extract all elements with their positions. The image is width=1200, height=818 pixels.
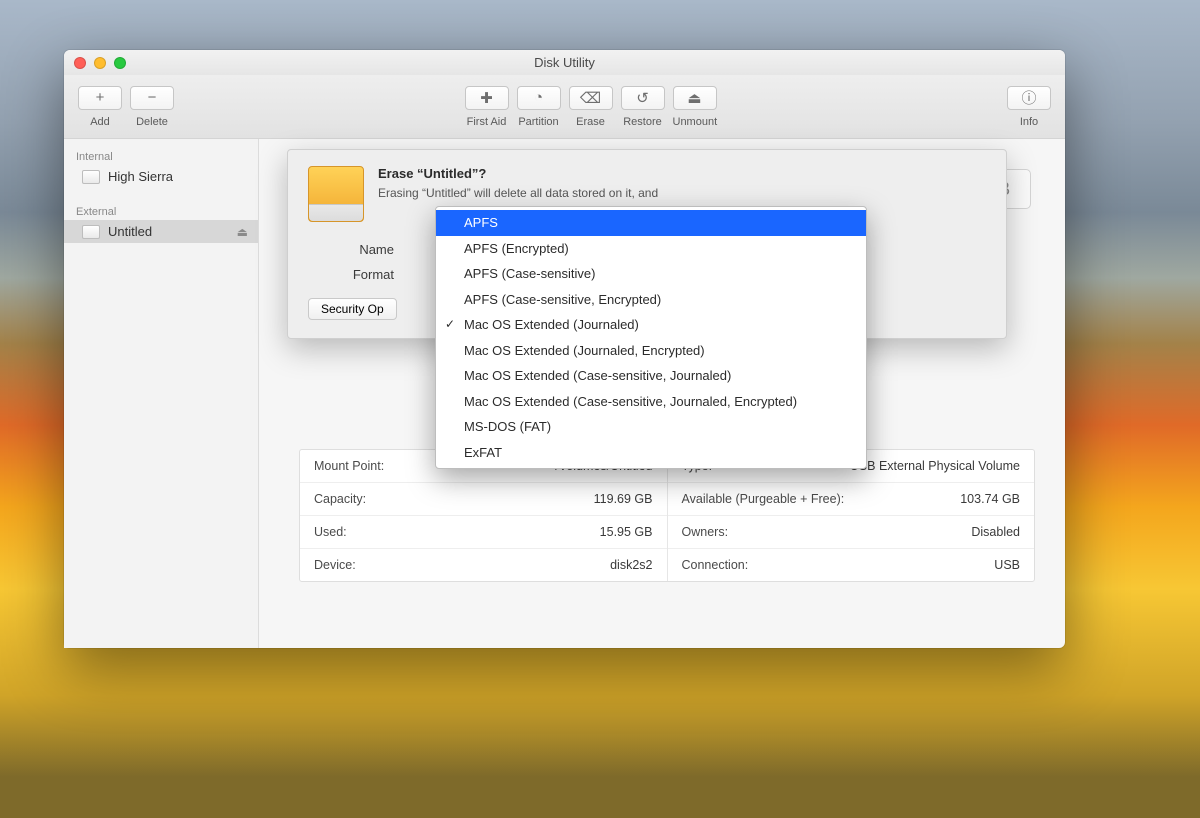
sheet-title: Erase “Untitled”? [378, 166, 986, 181]
window-title: Disk Utility [64, 55, 1065, 70]
info-label: Info [1007, 116, 1051, 128]
format-label: Format [308, 267, 394, 282]
unmount-label: Unmount [673, 116, 717, 128]
format-dropdown[interactable]: APFSAPFS (Encrypted)APFS (Case-sensitive… [435, 206, 867, 469]
detail-key: Capacity: [314, 492, 366, 506]
detail-key: Mount Point: [314, 459, 384, 473]
sidebar-external-header: External [64, 200, 258, 220]
toolbar: + − Add Delete ✚ ◔ ⌫ ↺ ⏏ First Ai [64, 75, 1065, 139]
erase-button[interactable]: ⌫ [569, 86, 613, 110]
delete-label: Delete [130, 116, 174, 128]
detail-key: Connection: [682, 558, 749, 572]
format-option[interactable]: Mac OS Extended (Journaled) [436, 312, 866, 338]
detail-row: Owners: Disabled [668, 516, 1035, 549]
titlebar[interactable]: Disk Utility [64, 50, 1065, 75]
format-option[interactable]: Mac OS Extended (Journaled, Encrypted) [436, 338, 866, 364]
partition-button[interactable]: ◔ [517, 86, 561, 110]
sidebar-internal-header: Internal [64, 145, 258, 165]
restore-label: Restore [621, 116, 665, 128]
detail-row: Capacity: 119.69 GB [300, 483, 667, 516]
pie-icon: ◔ [534, 89, 543, 106]
unmount-button[interactable]: ⏏ [673, 86, 717, 110]
sidebar-item-high-sierra[interactable]: High Sierra [64, 165, 258, 188]
erase-label: Erase [569, 116, 613, 128]
format-option[interactable]: Mac OS Extended (Case-sensitive, Journal… [436, 363, 866, 389]
detail-value: 119.69 GB [594, 492, 653, 506]
desktop-wallpaper: Disk Utility + − Add Delete ✚ ◔ ⌫ [0, 0, 1200, 818]
format-option[interactable]: Mac OS Extended (Case-sensitive, Journal… [436, 389, 866, 415]
delete-button[interactable]: − [130, 86, 174, 110]
detail-value: 15.95 GB [600, 525, 653, 539]
restore-icon: ↺ [636, 89, 649, 107]
main-area: 119.69 GB Erase “Untitled”? Erasing “Unt… [259, 139, 1065, 648]
disk-utility-window: Disk Utility + − Add Delete ✚ ◔ ⌫ [64, 50, 1065, 648]
format-option[interactable]: ExFAT [436, 440, 866, 466]
first-aid-button[interactable]: ✚ [465, 86, 509, 110]
minus-icon: − [148, 89, 157, 106]
detail-row: Available (Purgeable + Free): 103.74 GB [668, 483, 1035, 516]
format-option[interactable]: APFS (Case-sensitive, Encrypted) [436, 287, 866, 313]
detail-key: Used: [314, 525, 347, 539]
detail-value: Disabled [971, 525, 1020, 539]
sidebar-item-untitled[interactable]: Untitled ⏏ [64, 220, 258, 243]
external-disk-icon [82, 225, 100, 239]
eject-icon: ⏏ [687, 89, 701, 107]
internal-disk-icon [82, 170, 100, 184]
sidebar-item-label: Untitled [108, 224, 152, 239]
eject-icon[interactable]: ⏏ [237, 225, 248, 239]
detail-row: Connection: USB [668, 549, 1035, 581]
plus-icon: + [96, 89, 105, 106]
external-drive-icon [308, 166, 364, 222]
toolbar-info-group: ⓘ Info [1007, 86, 1051, 128]
detail-row: Used: 15.95 GB [300, 516, 667, 549]
toolbar-add-delete-group: + − Add Delete [78, 86, 174, 128]
detail-value: USB [994, 558, 1020, 572]
format-option[interactable]: APFS [436, 210, 866, 236]
detail-key: Owners: [682, 525, 729, 539]
erase-sheet: Erase “Untitled”? Erasing “Untitled” wil… [287, 149, 1007, 339]
stethoscope-icon: ✚ [480, 89, 493, 107]
sheet-description: Erasing “Untitled” will delete all data … [378, 185, 986, 202]
sidebar: Internal High Sierra External Untitled ⏏ [64, 139, 259, 648]
detail-row: Device: disk2s2 [300, 549, 667, 581]
first-aid-label: First Aid [465, 116, 509, 128]
info-button[interactable]: ⓘ [1007, 86, 1051, 110]
format-option[interactable]: APFS (Encrypted) [436, 236, 866, 262]
erase-icon: ⌫ [580, 89, 601, 107]
info-icon: ⓘ [1021, 87, 1036, 108]
toolbar-main-group: ✚ ◔ ⌫ ↺ ⏏ First Aid Partition Erase Rest… [465, 86, 717, 128]
partition-label: Partition [517, 116, 561, 128]
restore-button[interactable]: ↺ [621, 86, 665, 110]
detail-value: 103.74 GB [960, 492, 1020, 506]
format-option[interactable]: MS-DOS (FAT) [436, 414, 866, 440]
add-label: Add [78, 116, 122, 128]
format-option[interactable]: APFS (Case-sensitive) [436, 261, 866, 287]
detail-value: USB External Physical Volume [850, 459, 1020, 473]
sidebar-item-label: High Sierra [108, 169, 173, 184]
detail-value: disk2s2 [610, 558, 652, 572]
detail-key: Device: [314, 558, 356, 572]
detail-key: Available (Purgeable + Free): [682, 492, 845, 506]
security-options-button[interactable]: Security Op [308, 298, 397, 320]
add-button[interactable]: + [78, 86, 122, 110]
name-label: Name [308, 242, 394, 257]
